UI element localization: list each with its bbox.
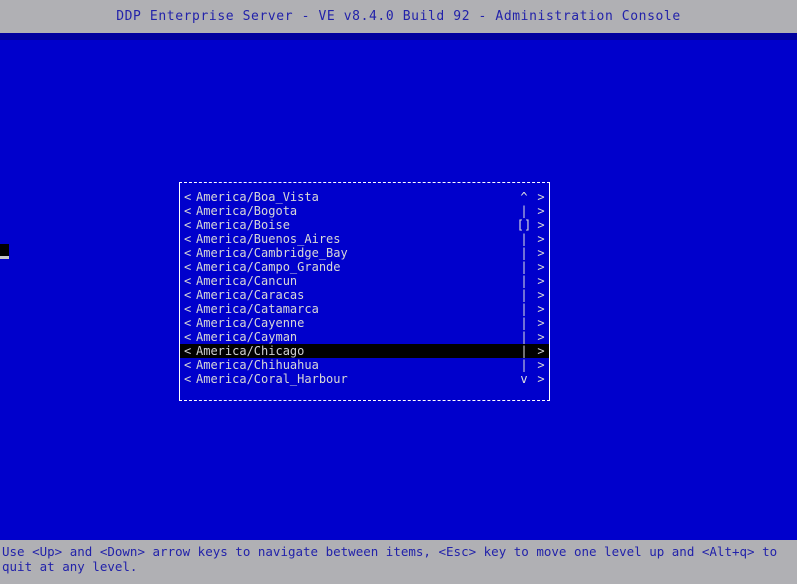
left-arrow-icon: < [184, 358, 192, 372]
menu-item-label: America/Campo_Grande [196, 260, 341, 274]
right-arrow-icon: > [537, 204, 545, 218]
right-arrow-icon: > [537, 302, 545, 316]
scrollbar-cell[interactable]: | [515, 302, 533, 316]
right-arrow-icon: > [537, 330, 545, 344]
menu-item-label: America/Chihuahua [196, 358, 319, 372]
right-arrow-icon: > [537, 232, 545, 246]
title-bar: DDP Enterprise Server - VE v8.4.0 Build … [0, 0, 797, 33]
right-arrow-icon: > [537, 190, 545, 204]
menu-item[interactable]: < America/Cancun | > [180, 274, 549, 288]
scrollbar-cell[interactable]: | [515, 358, 533, 372]
menu-item[interactable]: < America/Coral_Harbour v > [180, 372, 549, 386]
left-arrow-icon: < [184, 274, 192, 288]
scrollbar-cell[interactable]: | [515, 344, 533, 358]
scrollbar-cell[interactable]: | [515, 316, 533, 330]
menu-item-label: America/Caracas [196, 288, 305, 302]
scrollbar-cell[interactable]: ^ [515, 190, 533, 204]
top-accent-strip [0, 33, 797, 40]
text-cursor [0, 244, 9, 256]
menu-item-label: America/Cancun [196, 274, 298, 288]
left-arrow-icon: < [184, 218, 192, 232]
left-arrow-icon: < [184, 246, 192, 260]
menu-item-label: America/Cayman [196, 330, 298, 344]
menu-item[interactable]: < America/Bogota | > [180, 204, 549, 218]
menu-item-label: America/Cambridge_Bay [196, 246, 348, 260]
text-cursor-underline [0, 256, 9, 259]
menu-item-label: America/Buenos_Aires [196, 232, 341, 246]
scrollbar-cell[interactable]: | [515, 330, 533, 344]
timezone-selection-dialog: < America/Boa_Vista ^ > < America/Bogota | > < Am… [179, 182, 550, 401]
menu-item[interactable]: < America/Catamarca | > [180, 302, 549, 316]
menu-item[interactable]: < America/Cayenne | > [180, 316, 549, 330]
menu-item[interactable]: < America/Buenos_Aires | > [180, 232, 549, 246]
scrollbar-cell[interactable]: | [515, 288, 533, 302]
menu-item[interactable]: < America/Cayman | > [180, 330, 549, 344]
scrollbar-cell[interactable]: [] [515, 218, 533, 232]
menu-item-label: America/Chicago [196, 344, 305, 358]
terminal-screen: DDP Enterprise Server - VE v8.4.0 Build … [0, 0, 797, 584]
left-arrow-icon: < [184, 372, 192, 386]
right-arrow-icon: > [537, 274, 545, 288]
menu-item[interactable]: < America/Cambridge_Bay | > [180, 246, 549, 260]
right-arrow-icon: > [537, 288, 545, 302]
left-arrow-icon: < [184, 302, 192, 316]
right-arrow-icon: > [537, 372, 545, 386]
left-arrow-icon: < [184, 204, 192, 218]
right-arrow-icon: > [537, 218, 545, 232]
scrollbar-cell[interactable]: | [515, 246, 533, 260]
menu-item-label: America/Cayenne [196, 316, 305, 330]
menu-item[interactable]: < America/Chicago | > [180, 344, 549, 358]
right-arrow-icon: > [537, 246, 545, 260]
left-arrow-icon: < [184, 344, 192, 358]
scrollbar-cell[interactable]: | [515, 232, 533, 246]
left-arrow-icon: < [184, 330, 192, 344]
menu-item[interactable]: < America/Caracas | > [180, 288, 549, 302]
right-arrow-icon: > [537, 358, 545, 372]
timezone-menu-list[interactable]: < America/Boa_Vista ^ > < America/Bogota | > < Am… [180, 190, 549, 386]
menu-item-label: America/Catamarca [196, 302, 319, 316]
menu-item[interactable]: < America/Boa_Vista ^ > [180, 190, 549, 204]
scrollbar-cell[interactable]: | [515, 260, 533, 274]
scrollbar-cell[interactable]: | [515, 204, 533, 218]
menu-item-label: America/Boa_Vista [196, 190, 319, 204]
menu-item[interactable]: < America/Chihuahua | > [180, 358, 549, 372]
scrollbar-cell[interactable]: v [515, 372, 533, 386]
left-arrow-icon: < [184, 288, 192, 302]
keyboard-help-text: Use <Up> and <Down> arrow keys to naviga… [2, 544, 785, 574]
left-arrow-icon: < [184, 260, 192, 274]
right-arrow-icon: > [537, 344, 545, 358]
left-arrow-icon: < [184, 190, 192, 204]
window-title: DDP Enterprise Server - VE v8.4.0 Build … [116, 9, 681, 24]
right-arrow-icon: > [537, 260, 545, 274]
menu-item-label: America/Bogota [196, 204, 298, 218]
right-arrow-icon: > [537, 316, 545, 330]
menu-item-label: America/Boise [196, 218, 290, 232]
menu-item[interactable]: < America/Campo_Grande | > [180, 260, 549, 274]
menu-item-label: America/Coral_Harbour [196, 372, 348, 386]
status-bar: Use <Up> and <Down> arrow keys to naviga… [0, 540, 797, 584]
menu-item[interactable]: < America/Boise [] > [180, 218, 549, 232]
left-arrow-icon: < [184, 232, 192, 246]
left-arrow-icon: < [184, 316, 192, 330]
main-content-area: < America/Boa_Vista ^ > < America/Bogota | > < Am… [0, 40, 797, 540]
scrollbar-cell[interactable]: | [515, 274, 533, 288]
